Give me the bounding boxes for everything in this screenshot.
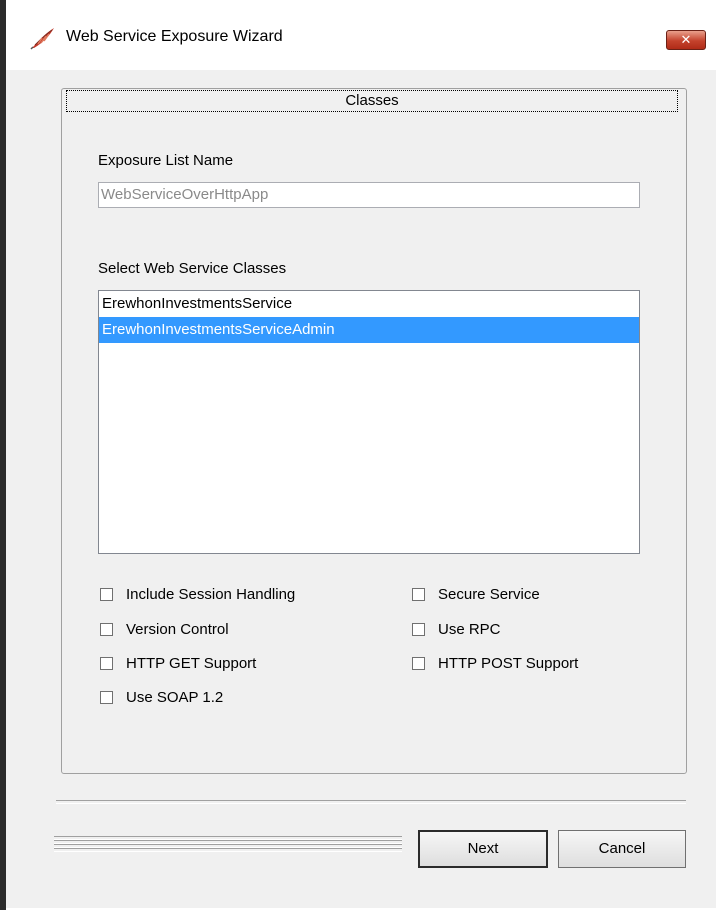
footer-grip-lines: [54, 836, 402, 852]
use-soap-12-option[interactable]: Use SOAP 1.2: [100, 687, 223, 707]
use-soap-12-checkbox[interactable]: [100, 690, 113, 704]
http-get-support-option[interactable]: HTTP GET Support: [100, 653, 256, 673]
use-rpc-checkbox[interactable]: [412, 622, 425, 636]
close-button[interactable]: ✕: [666, 30, 706, 50]
next-button[interactable]: Next: [418, 830, 548, 868]
footer-separator: [56, 800, 686, 804]
list-item-selected[interactable]: ErewhonInvestmentsServiceAdmin: [99, 317, 639, 343]
app-feather-icon: [30, 26, 56, 50]
use-soap-12-label: Use SOAP 1.2: [126, 688, 224, 706]
http-get-support-label: HTTP GET Support: [126, 654, 257, 672]
title-bar[interactable]: Web Service Exposure Wizard ✕: [6, 0, 716, 70]
http-post-support-checkbox[interactable]: [412, 656, 425, 670]
list-item[interactable]: ErewhonInvestmentsService: [99, 291, 639, 317]
use-rpc-label: Use RPC: [438, 620, 501, 638]
version-control-checkbox[interactable]: [100, 622, 113, 636]
cancel-button[interactable]: Cancel: [558, 830, 686, 868]
close-icon: ✕: [680, 32, 692, 47]
exposure-label-text: Exposure List Name: [98, 152, 234, 169]
secure-service-option[interactable]: Secure Service: [412, 584, 540, 604]
include-session-handling-label: Include Session Handling: [126, 585, 296, 603]
exposure-list-name-label: Exposure List Name: [98, 152, 233, 169]
window-title: Web Service Exposure Wizard: [66, 28, 283, 45]
exposure-list-name-field[interactable]: WebServiceOverHttpApp: [98, 182, 640, 208]
dialog-client-area: Classes Exposure List Name WebServiceOve…: [6, 70, 716, 908]
secure-service-label: Secure Service: [438, 585, 540, 603]
http-post-support-option[interactable]: HTTP POST Support: [412, 653, 578, 673]
version-control-label: Version Control: [126, 620, 229, 638]
version-control-option[interactable]: Version Control: [100, 619, 229, 639]
use-rpc-option[interactable]: Use RPC: [412, 619, 501, 639]
include-session-handling-option[interactable]: Include Session Handling: [100, 584, 295, 604]
http-get-support-checkbox[interactable]: [100, 656, 113, 670]
tab-classes[interactable]: Classes: [66, 90, 678, 112]
secure-service-checkbox[interactable]: [412, 587, 425, 601]
web-service-classes-list[interactable]: ErewhonInvestmentsService ErewhonInvestm…: [98, 290, 640, 554]
include-session-handling-checkbox[interactable]: [100, 587, 113, 601]
http-post-support-label: HTTP POST Support: [438, 654, 579, 672]
select-classes-label: Select Web Service Classes: [98, 260, 287, 277]
